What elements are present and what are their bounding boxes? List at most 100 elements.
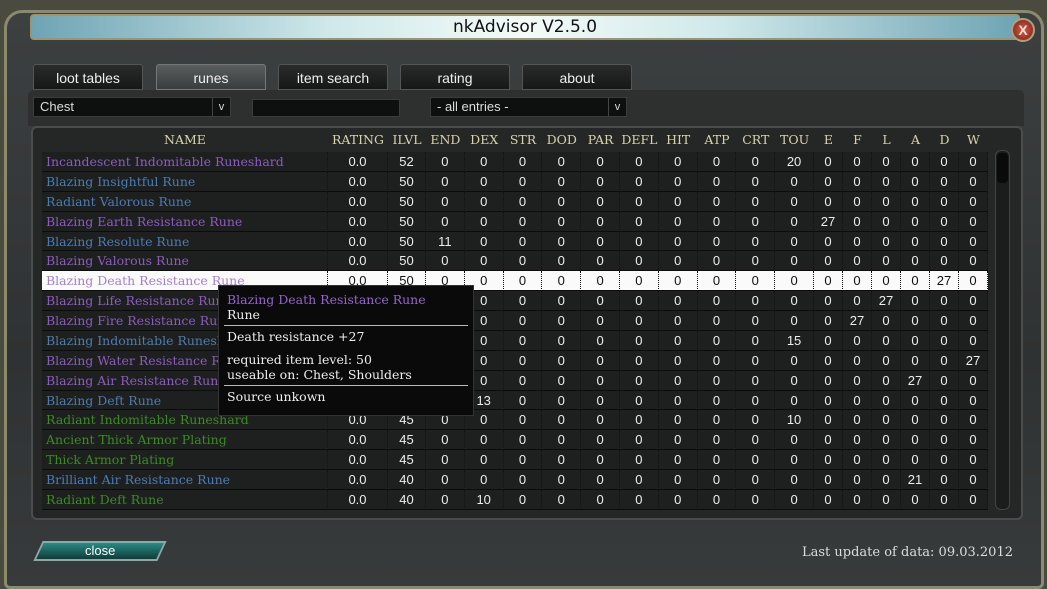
- cell-str: 0: [503, 271, 543, 292]
- cell-str: 0: [503, 450, 543, 470]
- cell-defl: 0: [619, 450, 659, 470]
- column-header-l[interactable]: L: [872, 131, 901, 149]
- scrollbar[interactable]: [995, 150, 1010, 510]
- table-row[interactable]: Radiant Indomitable Runeshard 0.0 45 0 0 0 0 0 0…: [42, 410, 988, 431]
- cell-tou: 0: [775, 370, 814, 391]
- table-row-selected[interactable]: Blazing Death Resistance Rune 0.0 50 0 0 0 0 0 0…: [42, 271, 988, 292]
- entries-select[interactable]: - all entries - v: [430, 97, 627, 117]
- cell-crt: 0: [736, 231, 776, 252]
- cell-ilvl: 50: [388, 211, 426, 232]
- item-name[interactable]: Incandescent Indomitable Runeshard: [42, 152, 328, 172]
- cell-w: 0: [958, 251, 988, 272]
- close-x-icon[interactable]: X: [1011, 18, 1035, 42]
- column-header-f[interactable]: F: [843, 131, 872, 149]
- cell-hit: 0: [658, 410, 698, 431]
- column-header-str[interactable]: STR: [504, 131, 543, 149]
- cell-tou: 0: [775, 271, 814, 292]
- table-row[interactable]: Incandescent Indomitable Runeshard 0.0 52 0…: [42, 152, 988, 172]
- cell-tou: 0: [775, 211, 814, 232]
- item-name[interactable]: Radiant Deft Rune: [42, 489, 328, 510]
- cell-f: 0: [842, 251, 872, 272]
- chevron-down-icon[interactable]: v: [212, 98, 230, 116]
- table-row[interactable]: Blazing Resolute Rune 0.0 50 11 0 0 0 0 0 0 0 0 0 0 0 0…: [42, 231, 988, 252]
- tab-rating[interactable]: rating: [400, 64, 510, 90]
- cell-tou: 0: [775, 450, 814, 470]
- item-name[interactable]: Blazing Earth Resistance Rune: [42, 211, 328, 232]
- cell-f: 0: [842, 171, 872, 192]
- cell-l: 0: [871, 350, 901, 371]
- cell-par: 0: [581, 410, 620, 431]
- table-row[interactable]: Brilliant Air Resistance Rune 0.0 40 0 0 0 0 0 0…: [42, 470, 988, 490]
- item-name[interactable]: Brilliant Air Resistance Rune: [42, 470, 328, 490]
- chevron-down-icon[interactable]: v: [608, 98, 626, 116]
- table-row[interactable]: Ancient Thick Armor Plating 0.0 45 0 0 0 0 0 0 0 0…: [42, 430, 988, 451]
- table-row[interactable]: Radiant Deft Rune 0.0 40 0 10 0 0 0 0 0 0 0 0 0 0 0 0 0 0: [42, 489, 988, 510]
- item-name[interactable]: Blazing Resolute Rune: [42, 231, 328, 252]
- column-header-end[interactable]: END: [426, 131, 465, 149]
- cell-crt: 0: [736, 450, 776, 470]
- column-header-ilvl[interactable]: ILVL: [388, 131, 426, 149]
- cell-crt: 0: [736, 311, 776, 331]
- table-row[interactable]: Blazing Air Resistance Rune 0 0 0 0 0 0 0 0 0 0 0 0 2…: [42, 370, 988, 391]
- cell-dex: 0: [464, 152, 504, 172]
- cell-defl: 0: [619, 231, 659, 252]
- tab-loot-tables[interactable]: loot tables: [33, 64, 143, 90]
- tooltip-required-level: required item level: 50: [227, 352, 372, 367]
- table-row[interactable]: Radiant Valorous Rune 0.0 50 0 0 0 0 0 0 0 0 0 0 0 0 0 0…: [42, 191, 988, 212]
- cell-crt: 0: [736, 152, 776, 172]
- table-row[interactable]: Thick Armor Plating 0.0 45 0 0 0 0 0 0 0 0 0 0 0 0 0 0 0 0: [42, 450, 988, 470]
- column-header-hit[interactable]: HIT: [659, 131, 698, 149]
- item-name[interactable]: Blazing Insightful Rune: [42, 171, 328, 192]
- search-input[interactable]: [252, 99, 400, 117]
- cell-crt: 0: [736, 370, 776, 391]
- cell-dod: 0: [542, 171, 582, 192]
- cell-defl: 0: [619, 430, 659, 451]
- tab-item-search[interactable]: item search: [278, 64, 388, 90]
- column-header-dod[interactable]: DOD: [542, 131, 581, 149]
- column-header-atp[interactable]: ATP: [698, 131, 737, 149]
- table-row[interactable]: Blazing Valorous Rune 0.0 50 0 0 0 0 0 0 0 0 0 0 0 0 0 0…: [42, 251, 988, 272]
- cell-crt: 0: [736, 470, 776, 490]
- column-header-d[interactable]: D: [930, 131, 959, 149]
- cell-l: 0: [871, 271, 901, 292]
- item-name[interactable]: Ancient Thick Armor Plating: [42, 430, 328, 451]
- cell-f: 0: [842, 271, 872, 292]
- cell-str: 0: [503, 152, 543, 172]
- item-name[interactable]: Thick Armor Plating: [42, 450, 328, 470]
- table-row[interactable]: Blazing Fire Resistance Rune 0 0 0 0 0 0 0 0 0 0 27…: [42, 311, 988, 331]
- table-row[interactable]: Blazing Earth Resistance Rune 0.0 50 0 0 0 0 0 0…: [42, 211, 988, 232]
- cell-dex: 0: [464, 470, 504, 490]
- cell-e: 0: [813, 291, 843, 311]
- tab-about[interactable]: about: [522, 64, 632, 90]
- cell-w: 0: [958, 311, 988, 331]
- cell-l: 0: [871, 231, 901, 252]
- table-row[interactable]: Blazing Water Resistance Rune 0 0 0 0 0 0 0 0 0 0 0…: [42, 350, 988, 371]
- cell-d: 0: [929, 231, 959, 252]
- column-header-dex[interactable]: DEX: [465, 131, 504, 149]
- cell-str: 0: [503, 390, 543, 411]
- cell-hit: 0: [658, 231, 698, 252]
- scrollbar-thumb[interactable]: [997, 153, 1008, 183]
- table-row[interactable]: Blazing Life Resistance Rune 0 0 0 0 0 0 0 0 0 0 0 2…: [42, 291, 988, 311]
- tab-runes[interactable]: runes: [156, 64, 266, 90]
- column-header-tou[interactable]: TOU: [775, 131, 814, 149]
- item-name[interactable]: Radiant Valorous Rune: [42, 191, 328, 212]
- cell-e: 0: [813, 430, 843, 451]
- column-header-name[interactable]: NAME: [42, 131, 328, 149]
- item-name[interactable]: Blazing Valorous Rune: [42, 251, 328, 272]
- cell-a: 0: [900, 430, 930, 451]
- column-header-w[interactable]: W: [959, 131, 988, 149]
- column-header-defl[interactable]: DEFL: [620, 131, 659, 149]
- cell-l: 0: [871, 330, 901, 351]
- slot-select[interactable]: Chest v: [33, 97, 231, 117]
- column-header-rating[interactable]: RATING: [328, 131, 388, 149]
- column-header-par[interactable]: PAR: [581, 131, 620, 149]
- column-header-crt[interactable]: CRT: [736, 131, 775, 149]
- column-header-e[interactable]: E: [814, 131, 843, 149]
- cell-ilvl: 40: [388, 470, 426, 490]
- table-row[interactable]: Blazing Indomitable Runeshard 0 0 0 0 0 0 0 0 15 0…: [42, 330, 988, 351]
- column-header-a[interactable]: A: [901, 131, 930, 149]
- table-row[interactable]: Blazing Insightful Rune 0.0 50 0 0 0 0 0 0 0 0 0 0 0 0…: [42, 171, 988, 192]
- table-row[interactable]: Blazing Deft Rune 13 0 0 0 0 0 0 0 0 0 0 0 0 0 0: [42, 390, 988, 411]
- close-button[interactable]: close: [33, 541, 167, 561]
